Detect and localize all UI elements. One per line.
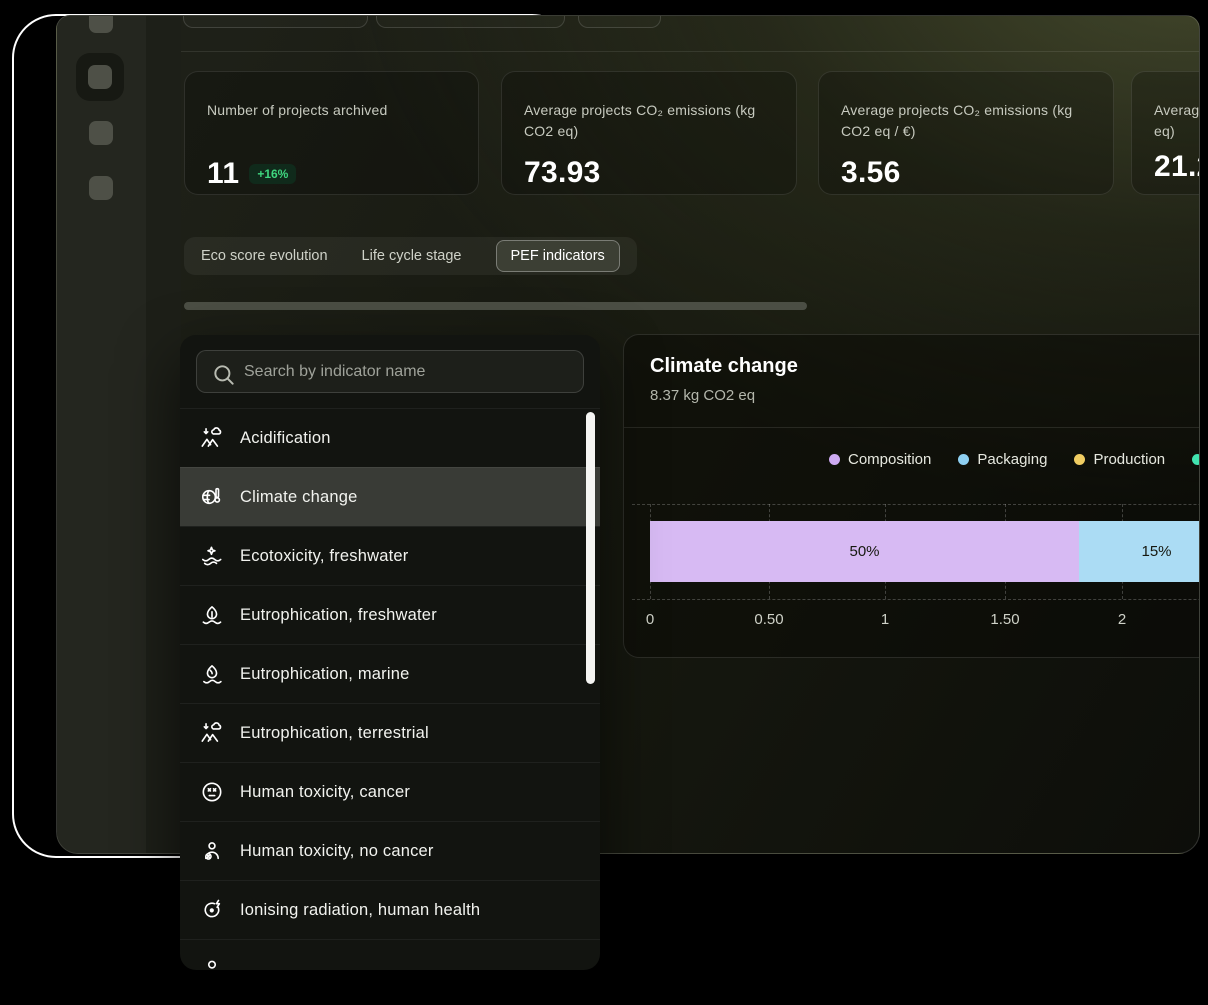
list-scrollbar[interactable] [586, 412, 595, 684]
legend-item-composition: Composition [829, 451, 931, 468]
grid-line-top [632, 504, 1200, 505]
list-item-human-toxicity-no-cancer[interactable]: Human toxicity, no cancer [180, 821, 600, 880]
eutrophication-marine-icon [199, 661, 225, 687]
legend-dot-packaging [958, 454, 969, 465]
eutrophication-terrestrial-icon [199, 720, 225, 746]
stat-value: 21.2 [1154, 150, 1200, 184]
axis-tick-2: 2 [1118, 611, 1126, 628]
chart-header-divider [624, 427, 1200, 428]
bar-segment-composition[interactable]: 50% [650, 521, 1079, 582]
stat-card-projects-archived: Number of projects archived 11 +16% [184, 71, 479, 195]
sidebar-item-3[interactable] [89, 121, 113, 145]
sidebar-item-4[interactable] [89, 176, 113, 200]
list-item-eutrophication-freshwater[interactable]: Eutrophication, freshwater [180, 585, 600, 644]
acidification-icon [199, 425, 225, 451]
axis-tick-050: 0.50 [754, 611, 783, 628]
list-item-ecotoxicity-freshwater[interactable]: Ecotoxicity, freshwater [180, 526, 600, 585]
search-input[interactable] [242, 362, 569, 382]
chart-tabs: Eco score evolution Life cycle stage PEF… [184, 237, 637, 275]
pef-indicator-chart-panel: Climate change 8.37 kg CO2 eq Compositio… [623, 334, 1200, 658]
top-filter-box-3[interactable] [578, 15, 661, 28]
stat-value: 3.56 [841, 156, 901, 190]
stat-label: Average projects CO₂ emissions (kg CO2 e… [841, 100, 1091, 142]
stat-card-co2-per-euro: Average projects CO₂ emissions (kg CO2 e… [818, 71, 1114, 195]
chart-legend: Composition Packaging Production [829, 451, 1200, 468]
chart-title: Climate change [650, 355, 798, 378]
indicator-list: Acidification Climate change [180, 408, 600, 970]
chart-subtitle: 8.37 kg CO2 eq [650, 387, 755, 404]
page-canvas: Number of projects archived 11 +16% Aver… [0, 0, 1208, 1005]
list-item-climate-change[interactable]: Climate change [180, 467, 600, 526]
stat-label: Average eq) [1154, 100, 1200, 142]
stat-label: Number of projects archived [207, 100, 456, 121]
list-item-partial[interactable] [180, 939, 600, 970]
list-item-eutrophication-terrestrial[interactable]: Eutrophication, terrestrial [180, 703, 600, 762]
partial-item-icon [199, 956, 225, 970]
human-toxicity-cancer-icon [199, 779, 225, 805]
list-item-acidification[interactable]: Acidification [180, 408, 600, 467]
header-divider [181, 51, 1199, 52]
bar-segment-packaging[interactable]: 15% [1079, 521, 1200, 582]
ecotoxicity-freshwater-icon [199, 543, 225, 569]
eutrophication-freshwater-icon [199, 602, 225, 628]
top-filter-box-2[interactable] [376, 15, 565, 28]
tab-eco-score-evolution[interactable]: Eco score evolution [201, 248, 328, 264]
list-item-ionising-radiation[interactable]: Ionising radiation, human health [180, 880, 600, 939]
sidebar-item-2-active[interactable] [76, 53, 124, 101]
climate-change-icon [199, 484, 225, 510]
stat-card-co2-emissions: Average projects CO₂ emissions (kg CO2 e… [501, 71, 797, 195]
legend-dot-production [1074, 454, 1085, 465]
nav-icon [88, 65, 112, 89]
stat-value: 11 [207, 157, 239, 191]
tab-pef-indicators[interactable]: PEF indicators [496, 240, 620, 272]
ionising-radiation-icon [199, 897, 225, 923]
indicator-dropdown: Acidification Climate change [180, 335, 600, 970]
legend-item-production: Production [1074, 451, 1165, 468]
legend-item-packaging: Packaging [958, 451, 1047, 468]
indicator-search[interactable] [196, 350, 584, 393]
sidebar-item-1[interactable] [89, 15, 113, 33]
axis-tick-0: 0 [646, 611, 654, 628]
top-filter-box-1[interactable] [183, 15, 368, 28]
grid-line-bottom [632, 599, 1200, 600]
horizontal-scrollbar[interactable] [184, 302, 807, 310]
axis-tick-1: 1 [881, 611, 889, 628]
stat-label: Average projects CO₂ emissions (kg CO2 e… [524, 100, 774, 142]
axis-tick-150: 1.50 [990, 611, 1019, 628]
tab-life-cycle-stage[interactable]: Life cycle stage [362, 248, 462, 264]
legend-dot-composition [829, 454, 840, 465]
sidebar-edge [146, 16, 181, 853]
legend-dot-fourth [1192, 454, 1200, 465]
list-item-eutrophication-marine[interactable]: Eutrophication, marine [180, 644, 600, 703]
human-toxicity-no-cancer-icon [199, 838, 225, 864]
legend-item-clipped [1192, 454, 1200, 465]
stat-card-clipped: Average eq) 21.2 [1131, 71, 1200, 195]
list-item-human-toxicity-cancer[interactable]: Human toxicity, cancer [180, 762, 600, 821]
stat-value: 73.93 [524, 156, 601, 190]
stacked-bar: 50% 15% [650, 521, 1200, 582]
search-icon [211, 362, 231, 382]
sidebar [57, 16, 146, 853]
trend-badge: +16% [249, 164, 296, 184]
